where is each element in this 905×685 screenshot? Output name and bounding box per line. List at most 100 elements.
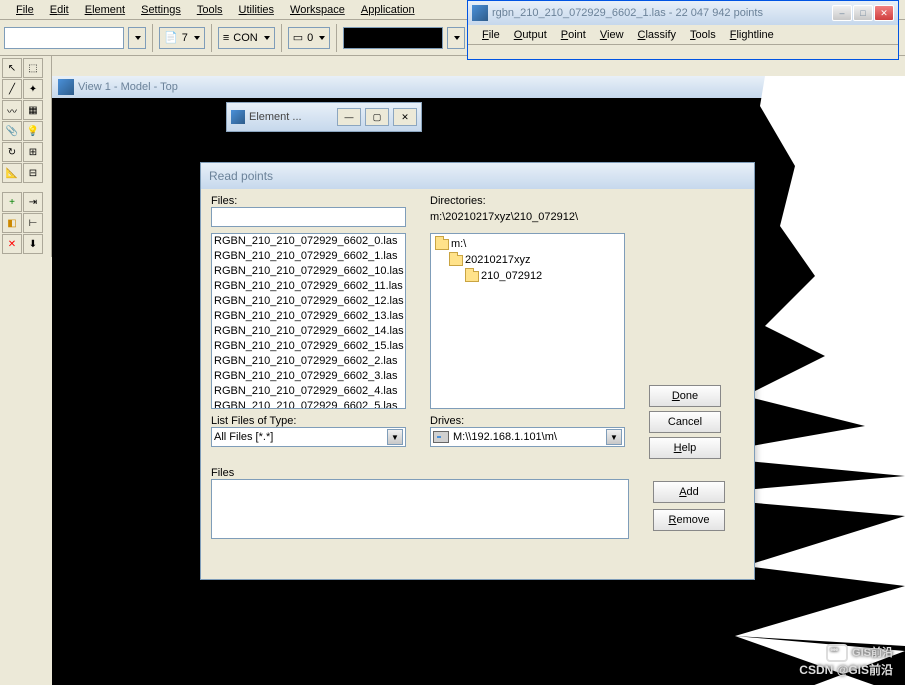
tool-smartline-icon[interactable]: 〰: [2, 100, 22, 120]
files-listbox[interactable]: RGBN_210_210_072929_6602_0.las RGBN_210_…: [211, 233, 406, 409]
dock-close-icon[interactable]: ✕: [393, 108, 417, 126]
read-points-dialog: Read points Files: RGBN_210_210_072929_6…: [200, 162, 755, 580]
tool-attach-icon[interactable]: 📎: [2, 121, 22, 141]
tool-pattern-icon[interactable]: ▦: [23, 100, 43, 120]
file-item[interactable]: RGBN_210_210_072929_6602_4.las: [212, 384, 405, 399]
close-icon[interactable]: ✕: [874, 5, 894, 21]
tool-extend-icon[interactable]: ⇥: [23, 192, 43, 212]
tool-point-icon[interactable]: ✦: [23, 79, 43, 99]
add-button[interactable]: Add: [653, 481, 725, 503]
current-directory: m:\20210217xyz\210_072912\: [430, 207, 625, 227]
points-window-titlebar[interactable]: rgbn_210_210_072929_6602_1.las - 22 047 …: [468, 1, 898, 25]
view-icon: [58, 79, 74, 95]
points-window-title: rgbn_210_210_072929_6602_1.las - 22 047 …: [492, 7, 828, 19]
file-item[interactable]: RGBN_210_210_072929_6602_15.las: [212, 339, 405, 354]
file-item[interactable]: RGBN_210_210_072929_6602_13.las: [212, 309, 405, 324]
file-item[interactable]: RGBN_210_210_072929_6602_11.las: [212, 279, 405, 294]
file-item[interactable]: RGBN_210_210_072929_6602_0.las: [212, 234, 405, 249]
tool-line-icon[interactable]: ╱: [2, 79, 22, 99]
menu-edit[interactable]: Edit: [42, 2, 77, 18]
drives-combo[interactable]: M:\\192.168.1.101\m\ ▼: [430, 427, 625, 447]
dir-root[interactable]: m:\: [433, 236, 622, 252]
directories-label: Directories:: [430, 195, 625, 207]
tool-add-icon[interactable]: +: [2, 192, 22, 212]
chevron-down-icon[interactable]: ▼: [606, 429, 622, 445]
file-item[interactable]: RGBN_210_210_072929_6602_3.las: [212, 369, 405, 384]
tool-trim-icon[interactable]: ⊢: [23, 213, 43, 233]
pmenu-point[interactable]: Point: [555, 28, 592, 42]
tool-align-icon[interactable]: ⊞: [23, 142, 43, 162]
element-icon: [231, 110, 245, 124]
menu-settings[interactable]: Settings: [133, 2, 189, 18]
menu-utilities[interactable]: Utilities: [231, 2, 282, 18]
help-button[interactable]: Help: [649, 437, 721, 459]
cancel-button[interactable]: Cancel: [649, 411, 721, 433]
menu-element[interactable]: Element: [77, 2, 133, 18]
dir-level2[interactable]: 210_072912: [433, 268, 622, 284]
files-label: Files:: [211, 195, 406, 207]
menu-tools[interactable]: Tools: [189, 2, 231, 18]
menu-workspace[interactable]: Workspace: [282, 2, 353, 18]
pmenu-classify[interactable]: Classify: [632, 28, 683, 42]
folder-open-icon: [449, 255, 463, 266]
file-type-combo[interactable]: All Files [*.*] ▼: [211, 427, 406, 447]
dock-restore-icon[interactable]: ▢: [365, 108, 389, 126]
watermark: GIS前沿 CSDN @GIS前沿: [799, 644, 893, 679]
pmenu-view[interactable]: View: [594, 28, 630, 42]
divider: [336, 24, 337, 52]
pmenu-file[interactable]: File: [476, 28, 506, 42]
minimize-icon[interactable]: –: [832, 5, 852, 21]
chat-icon: [826, 644, 848, 662]
menu-file[interactable]: File: [8, 2, 42, 18]
added-files-listbox[interactable]: [211, 479, 629, 539]
element-dock[interactable]: Element ... — ▢ ✕: [226, 102, 422, 132]
file-item[interactable]: RGBN_210_210_072929_6602_10.las: [212, 264, 405, 279]
files-added-label: Files: [211, 467, 744, 479]
file-item[interactable]: RGBN_210_210_072929_6602_1.las: [212, 249, 405, 264]
divider: [211, 24, 212, 52]
layer-selector[interactable]: 📄7: [159, 27, 205, 49]
tool-delete-icon[interactable]: ✕: [2, 234, 22, 254]
tool-drop-icon[interactable]: ⬇: [23, 234, 43, 254]
drive-icon: [433, 431, 449, 443]
folder-open-icon: [465, 271, 479, 282]
pmenu-tools[interactable]: Tools: [684, 28, 722, 42]
tool-palette: ↖⬚ ╱✦ 〰▦ 📎💡 ↻⊞ 📐⊟ +⇥ ◧⊢ ✕⬇: [0, 56, 52, 257]
color-dropdown[interactable]: [447, 27, 465, 49]
chevron-down-icon[interactable]: ▼: [387, 429, 403, 445]
tool-rotate-icon[interactable]: ↻: [2, 142, 22, 162]
done-button[interactable]: Done: [649, 385, 721, 407]
pmenu-flightline[interactable]: Flightline: [724, 28, 780, 42]
tool-grid-icon[interactable]: ⊟: [23, 163, 43, 183]
maximize-icon[interactable]: □: [853, 5, 873, 21]
folder-open-icon: [435, 239, 449, 250]
view-title-text: View 1 - Model - Top: [78, 81, 178, 93]
dir-level1[interactable]: 20210217xyz: [433, 252, 622, 268]
directory-tree[interactable]: m:\ 20210217xyz 210_072912: [430, 233, 625, 409]
toolbar-dropdown-arrow[interactable]: [128, 27, 146, 49]
dialog-titlebar[interactable]: Read points: [201, 163, 754, 189]
dock-minimize-icon[interactable]: —: [337, 108, 361, 126]
toolbar-text-input[interactable]: [4, 27, 124, 49]
pmenu-output[interactable]: Output: [508, 28, 553, 42]
file-item[interactable]: RGBN_210_210_072929_6602_2.las: [212, 354, 405, 369]
color-selector[interactable]: [343, 27, 443, 49]
divider: [152, 24, 153, 52]
file-item[interactable]: RGBN_210_210_072929_6602_14.las: [212, 324, 405, 339]
filename-input[interactable]: [211, 207, 406, 227]
tool-measure-icon[interactable]: 📐: [2, 163, 22, 183]
drives-label: Drives:: [430, 415, 625, 427]
file-item[interactable]: RGBN_210_210_072929_6602_5.las: [212, 399, 405, 409]
divider: [281, 24, 282, 52]
tool-light-icon[interactable]: 💡: [23, 121, 43, 141]
menu-application[interactable]: Application: [353, 2, 423, 18]
remove-button[interactable]: Remove: [653, 509, 725, 531]
file-item[interactable]: RGBN_210_210_072929_6602_12.las: [212, 294, 405, 309]
tool-fence-icon[interactable]: ⬚: [23, 58, 43, 78]
tool-modify-icon[interactable]: ◧: [2, 213, 22, 233]
weight-selector[interactable]: ▭0: [288, 27, 331, 49]
app-icon: [472, 5, 488, 21]
linestyle-selector[interactable]: ≡CON: [218, 27, 275, 49]
tool-select-icon[interactable]: ↖: [2, 58, 22, 78]
file-type-value: All Files [*.*]: [214, 431, 273, 443]
